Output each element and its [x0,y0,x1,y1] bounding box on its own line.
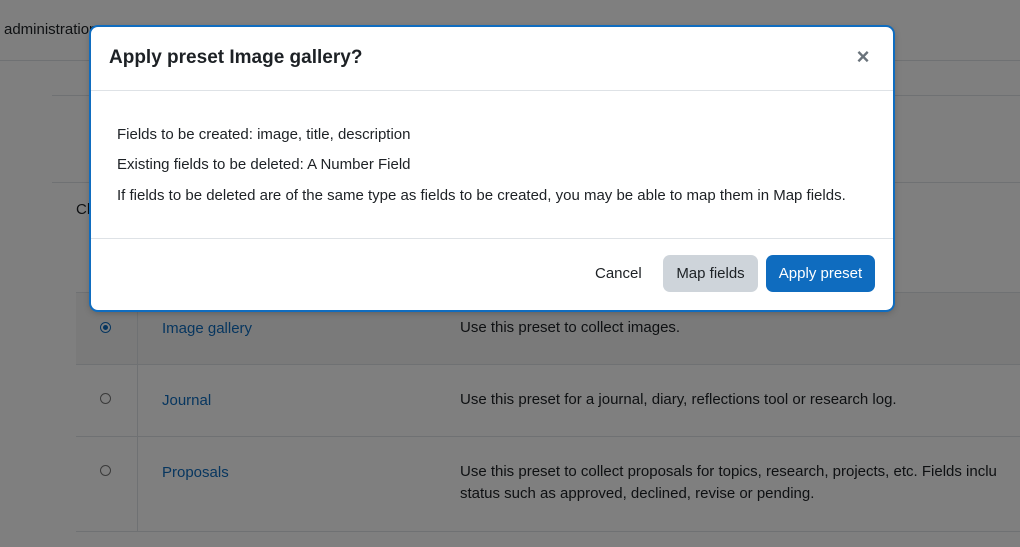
map-fields-hint-text: If fields to be deleted are of the same … [117,187,846,204]
apply-preset-button[interactable]: Apply preset [766,255,875,292]
fields-deleted-text: Existing fields to be deleted: A Number … [117,156,411,173]
modal-title: Apply preset Image gallery? [109,47,363,68]
modal-footer: Cancel Map fields Apply preset [91,239,893,309]
modal-header: Apply preset Image gallery? × [91,27,893,91]
cancel-button[interactable]: Cancel [583,255,653,292]
modal-body: Fields to be created: image, title, desc… [91,91,893,239]
close-icon[interactable]: × [851,43,875,71]
apply-preset-dialog: Apply preset Image gallery? × Fields to … [91,27,893,310]
map-fields-button[interactable]: Map fields [663,255,758,292]
fields-created-text: Fields to be created: image, title, desc… [117,126,411,143]
